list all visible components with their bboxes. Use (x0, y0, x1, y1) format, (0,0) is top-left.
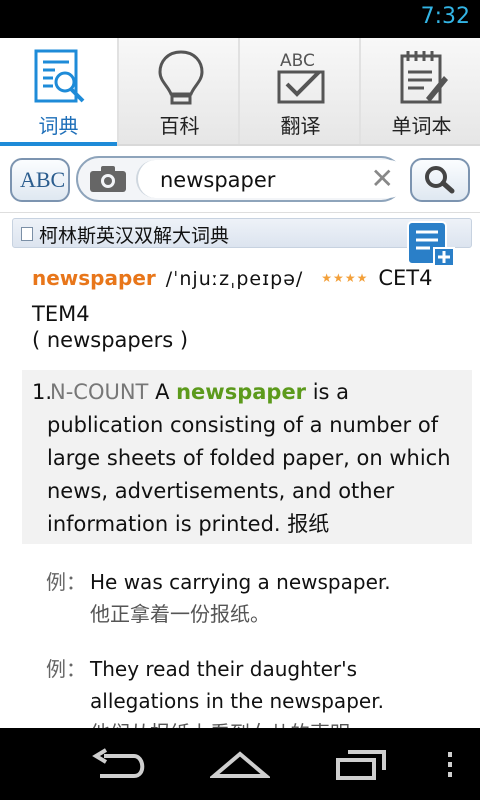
search-field: ✕ (76, 156, 408, 202)
spell-check-button[interactable]: ABC (10, 158, 70, 202)
status-bar: 7:32 (0, 0, 480, 38)
search-button[interactable] (410, 158, 470, 202)
example-chinese: 他正拿着一份报纸。 (90, 602, 270, 626)
example-tag: 例： (46, 570, 86, 594)
definition-keyword: newspaper (176, 380, 307, 404)
frequency-stars: ★★★★ (321, 271, 369, 285)
dictionary-header: 柯林斯英汉双解大词典 (12, 218, 472, 248)
exam-tag: CET4 (378, 266, 433, 290)
overflow-menu-icon[interactable] (444, 750, 456, 780)
book-icon (21, 227, 33, 241)
example-english: They read their daughter's allegations i… (90, 657, 384, 713)
example-chinese: 他们从报纸上看到女儿的声明。 (46, 717, 466, 728)
definition-pre: A (148, 380, 177, 404)
example-item: 例： He was carrying a newspaper. 他正拿着一份报纸… (46, 566, 466, 630)
tab-label: 词典 (38, 114, 79, 138)
clock: 7:32 (420, 4, 470, 29)
tab-wordbook[interactable]: 单词本 (363, 38, 480, 144)
tab-label: 翻译 (280, 114, 321, 138)
inflection: ( newspapers ) (32, 328, 189, 352)
tab-translate[interactable]: ABC 翻译 (242, 38, 361, 144)
tab-dictionary[interactable]: 词典 (0, 38, 119, 146)
navigation-bar (0, 728, 480, 800)
search-input-box: ✕ (136, 160, 408, 198)
tab-encyclopedia[interactable]: 百科 (121, 38, 240, 144)
recent-apps-icon[interactable] (334, 746, 390, 782)
abc-check-icon: ABC (277, 51, 325, 104)
headword: newspaper (32, 266, 156, 290)
phonetic[interactable]: /ˈnjuːzˌpeɪpə/ (166, 268, 304, 290)
dictionary-search-icon (34, 49, 85, 103)
notebook-icon (400, 51, 448, 104)
exam-tag: TEM4 (32, 302, 90, 326)
grammar-label: N-COUNT (50, 380, 149, 404)
example-tag: 例： (46, 657, 86, 681)
clear-icon[interactable]: ✕ (371, 165, 394, 193)
dictionary-title: 柯林斯英汉双解大词典 (39, 225, 230, 247)
example-item: 例： They read their daughter's allegation… (46, 653, 466, 728)
home-icon[interactable] (210, 748, 270, 782)
tab-label: 百科 (159, 114, 200, 138)
tab-bar: 词典 百科 ABC 翻译 单词本 (0, 38, 480, 146)
svg-text:ABC: ABC (280, 51, 315, 71)
back-icon[interactable] (90, 748, 150, 782)
sense-number: 1. (32, 380, 53, 404)
abc-label: ABC (20, 167, 66, 192)
search-icon (425, 166, 455, 194)
lightbulb-icon (158, 50, 204, 105)
tab-label: 单词本 (391, 114, 452, 138)
example-english: He was carrying a newspaper. (90, 570, 391, 594)
camera-icon[interactable] (88, 164, 128, 194)
add-to-wordbook-icon[interactable] (406, 220, 456, 268)
search-input[interactable] (158, 164, 362, 196)
search-bar: ABC ✕ (0, 146, 480, 213)
sense-block: 1. N-COUNT A newspaper is a publication … (22, 370, 472, 544)
entry-headline: newspaper/ˈnjuːzˌpeɪpə/ ★★★★ CET4 TEM4 (32, 262, 462, 331)
